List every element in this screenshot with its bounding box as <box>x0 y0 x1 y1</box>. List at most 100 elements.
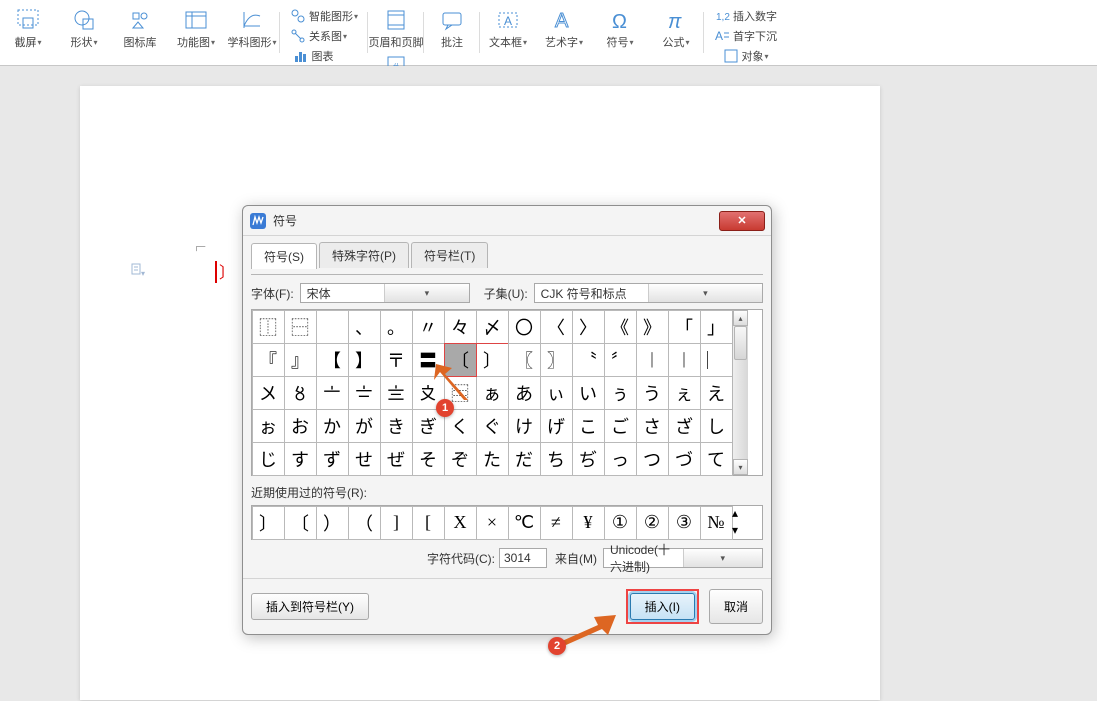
recent-symbol-cell[interactable]: ② <box>636 506 669 540</box>
symbol-cell[interactable]: ︱ <box>636 343 669 377</box>
symbol-cell[interactable]: ぉ <box>252 409 285 443</box>
subject-chart-button[interactable]: 学科图形▾ <box>230 6 274 52</box>
dialog-titlebar[interactable]: 符号 ✕ <box>243 206 771 236</box>
symbol-cell[interactable]: が <box>348 409 381 443</box>
scroll-down-button[interactable]: ▾ <box>733 459 748 475</box>
symbol-cell[interactable]: ち <box>540 442 573 476</box>
symbol-cell[interactable]: 『 <box>252 343 285 377</box>
symbol-cell[interactable]: え <box>700 376 733 410</box>
symbol-cell[interactable]: 〦 <box>316 376 349 410</box>
recent-symbol-cell[interactable]: ） <box>316 506 349 540</box>
tab-symbols[interactable]: 符号(S) <box>251 243 317 269</box>
symbol-cell[interactable]: 、 <box>348 310 381 344</box>
formula-button[interactable]: π 公式▾ <box>654 6 698 52</box>
chart-button[interactable]: 图表 <box>289 46 360 66</box>
symbol-cell[interactable]: 〈 <box>540 310 573 344</box>
symbol-cell[interactable]: ぅ <box>604 376 637 410</box>
symbol-cell[interactable]: ご <box>604 409 637 443</box>
relation-button[interactable]: 关系图▾ <box>286 26 362 46</box>
symbol-cell[interactable]: ︱ <box>668 343 701 377</box>
symbol-cell[interactable]: 》 <box>636 310 669 344</box>
scroll-thumb[interactable] <box>734 326 747 360</box>
symbol-cell[interactable]: ぢ <box>572 442 605 476</box>
symbol-cell[interactable]: 】 <box>348 343 381 377</box>
cancel-button[interactable]: 取消 <box>709 589 763 624</box>
font-combobox[interactable]: 宋体▾ <box>300 283 470 303</box>
symbol-cell[interactable]: 〗 <box>540 343 573 377</box>
recent-symbol-cell[interactable]: ① <box>604 506 637 540</box>
symbol-cell[interactable]: 』 <box>284 343 317 377</box>
symbol-cell[interactable]: い <box>572 376 605 410</box>
symbol-cell[interactable]: う <box>636 376 669 410</box>
symbol-cell[interactable]: 〖 <box>508 343 541 377</box>
paragraph-options-icon[interactable]: ▾ <box>130 262 146 281</box>
symbol-cell[interactable]: さ <box>636 409 669 443</box>
function-chart-button[interactable]: 功能图▾ <box>174 6 218 52</box>
recent-symbol-cell[interactable]: （ <box>348 506 381 540</box>
symbol-cell[interactable]: 「 <box>668 310 701 344</box>
symbol-cell[interactable]: そ <box>412 442 445 476</box>
recent-symbol-cell[interactable]: 〔 <box>284 506 317 540</box>
symbol-cell[interactable]: 々 <box>444 310 477 344</box>
symbol-cell[interactable]: せ <box>348 442 381 476</box>
symbol-cell[interactable]: 〕 <box>476 343 509 377</box>
insert-button[interactable]: 插入(I) <box>630 593 695 620</box>
symbol-cell[interactable]: お <box>284 409 317 443</box>
symbol-cell[interactable]: だ <box>508 442 541 476</box>
symbol-cell[interactable]: じ <box>252 442 285 476</box>
symbol-cell[interactable]: ︳ <box>700 343 733 377</box>
recent-scroll-down[interactable]: ▾ <box>732 523 748 540</box>
insert-number-button[interactable]: 1,2插入数字 <box>710 6 781 26</box>
symbol-cell[interactable]: 《 <box>604 310 637 344</box>
symbol-cell[interactable]: ぇ <box>668 376 701 410</box>
symbol-cell[interactable]: て <box>700 442 733 476</box>
symbol-cell[interactable]: け <box>508 409 541 443</box>
symbol-cell[interactable]: ず <box>316 442 349 476</box>
symbol-cell[interactable]: ぐ <box>476 409 509 443</box>
symbol-cell[interactable]: 〝 <box>572 343 605 377</box>
symbol-cell[interactable]: 。 <box>380 310 413 344</box>
header-footer-button[interactable]: 页眉和页脚 <box>374 6 418 52</box>
symbol-cell[interactable]: 〆 <box>476 310 509 344</box>
from-combobox[interactable]: Unicode(十六进制)▾ <box>603 548 763 568</box>
symbol-cell[interactable]: き <box>380 409 413 443</box>
symbol-cell[interactable]: 〧 <box>348 376 381 410</box>
symbol-cell[interactable]: げ <box>540 409 573 443</box>
scroll-up-button[interactable]: ▴ <box>733 310 748 326</box>
insert-to-bar-button[interactable]: 插入到符号栏(Y) <box>251 593 369 620</box>
symbol-cell[interactable] <box>316 310 349 344</box>
symbol-cell[interactable]: 〒 <box>380 343 413 377</box>
close-button[interactable]: ✕ <box>719 211 765 231</box>
symbol-cell[interactable]: 〞 <box>604 343 637 377</box>
symbol-cell[interactable]: 〃 <box>412 310 445 344</box>
symbol-cell[interactable]: っ <box>604 442 637 476</box>
recent-symbol-cell[interactable]: ¥ <box>572 506 605 540</box>
recent-symbol-cell[interactable]: × <box>476 506 509 540</box>
symbol-cell[interactable]: こ <box>572 409 605 443</box>
symbol-cell[interactable]: ⿰ <box>252 310 285 344</box>
symbol-cell[interactable]: た <box>476 442 509 476</box>
symbol-cell[interactable]: 〇 <box>508 310 541 344</box>
recent-symbol-cell[interactable]: [ <box>412 506 445 540</box>
recent-symbol-cell[interactable]: ③ <box>668 506 701 540</box>
wordart-button[interactable]: A 艺术字▾ <box>542 6 586 52</box>
symbol-cell[interactable]: 」 <box>700 310 733 344</box>
symbol-cell[interactable]: 〉 <box>572 310 605 344</box>
recent-symbol-cell[interactable]: ] <box>380 506 413 540</box>
symbol-cell[interactable]: ざ <box>668 409 701 443</box>
symbol-cell[interactable]: 〨 <box>380 376 413 410</box>
symbol-cell[interactable]: か <box>316 409 349 443</box>
screenshot-button[interactable]: 截屏▾ <box>6 6 50 52</box>
tab-symbol-bar[interactable]: 符号栏(T) <box>411 242 488 268</box>
comment-button[interactable]: 批注 <box>430 6 474 52</box>
recent-symbol-cell[interactable]: ≠ <box>540 506 573 540</box>
recent-symbol-cell[interactable]: 〕 <box>252 506 285 540</box>
icon-library-button[interactable]: 图标库 <box>118 6 162 52</box>
object-button[interactable]: 对象▾ <box>719 46 773 66</box>
symbol-cell[interactable]: ぞ <box>444 442 477 476</box>
symbol-cell[interactable]: 【 <box>316 343 349 377</box>
recent-symbol-cell[interactable]: ℃ <box>508 506 541 540</box>
symbol-cell[interactable]: ぁ <box>476 376 509 410</box>
recent-symbol-cell[interactable]: № <box>700 506 733 540</box>
smart-shape-button[interactable]: 智能图形▾ <box>286 6 362 26</box>
